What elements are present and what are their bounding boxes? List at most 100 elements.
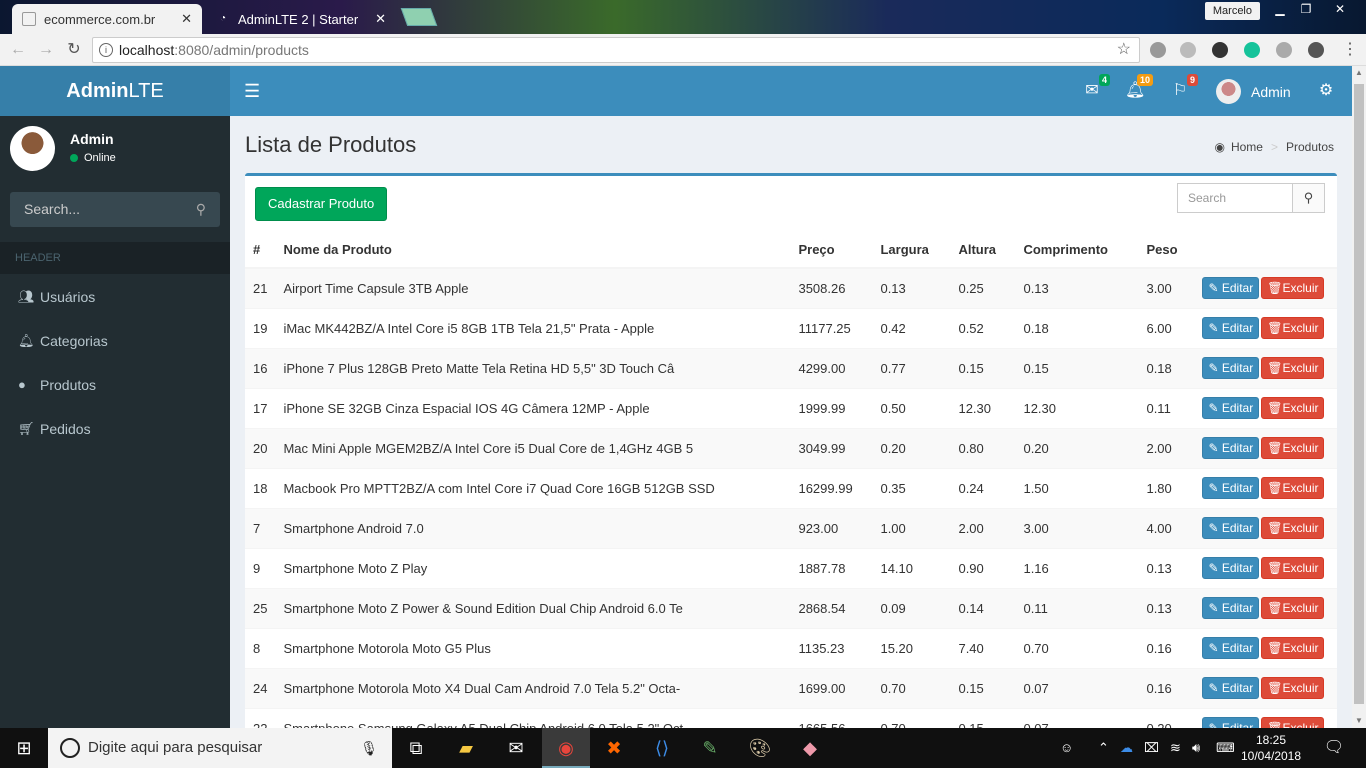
- user-menu[interactable]: Admin: [1216, 79, 1291, 104]
- url-path: :8080/admin/products: [174, 42, 309, 58]
- page-icon: [22, 12, 36, 26]
- reload-icon[interactable]: ↻: [64, 40, 84, 60]
- cell-length: 3.00: [1015, 507, 1139, 548]
- avatar: [10, 126, 55, 171]
- minimize-icon[interactable]: ▁: [1266, 0, 1294, 20]
- sidebar-item-produtos[interactable]: ● Produtos: [0, 363, 230, 407]
- vscode-icon[interactable]: ⟨⟩: [638, 728, 686, 768]
- edit-button[interactable]: ✎ Editar: [1202, 357, 1260, 379]
- edit-button[interactable]: ✎ Editar: [1202, 557, 1260, 579]
- action-center-icon[interactable]: 🗨︎: [1322, 728, 1346, 768]
- delete-button[interactable]: 🗑︎Excluir: [1261, 597, 1325, 619]
- close-icon[interactable]: ✕: [375, 11, 386, 27]
- sidebar-search-input[interactable]: Search... ⚲: [10, 192, 220, 227]
- file-explorer-icon[interactable]: ▰: [442, 728, 490, 768]
- edit-button[interactable]: ✎ Editar: [1202, 717, 1260, 728]
- wifi-icon[interactable]: ≋: [1170, 728, 1181, 768]
- gears-icon[interactable]: ⚙: [1316, 80, 1336, 100]
- delete-button[interactable]: 🗑︎Excluir: [1261, 677, 1325, 699]
- browser-toolbar: ← → ↻ i localhost:8080/admin/products ☆ …: [0, 34, 1366, 66]
- trash-icon: 🗑︎: [1267, 321, 1283, 335]
- forward-icon[interactable]: →: [36, 40, 56, 60]
- delete-button[interactable]: 🗑︎Excluir: [1261, 557, 1325, 579]
- edit-button[interactable]: ✎ Editar: [1202, 677, 1260, 699]
- cell-actions: ✎ Editar🗑︎Excluir: [1194, 427, 1337, 468]
- keyboard-icon[interactable]: ⌨: [1216, 728, 1235, 768]
- extension-icon[interactable]: [1212, 42, 1228, 58]
- envelope-icon[interactable]: ✉ 4: [1082, 74, 1110, 100]
- chrome-icon[interactable]: ◉: [542, 728, 590, 768]
- sidebar-item-usuarios[interactable]: 👥︎ Usuários: [0, 275, 230, 319]
- bell-icon[interactable]: 🔔︎ 10: [1125, 74, 1153, 100]
- edit-button[interactable]: ✎ Editar: [1202, 517, 1260, 539]
- delete-button[interactable]: 🗑︎Excluir: [1261, 637, 1325, 659]
- paint-icon[interactable]: 🎨︎: [736, 728, 784, 768]
- close-icon[interactable]: ✕: [181, 11, 192, 27]
- mail-icon[interactable]: ✉: [492, 728, 540, 768]
- sidebar-toggle-icon[interactable]: ☰: [244, 81, 260, 102]
- cell-length: 1.50: [1015, 467, 1139, 508]
- delete-button[interactable]: 🗑︎Excluir: [1261, 437, 1325, 459]
- edit-button[interactable]: ✎ Editar: [1202, 637, 1260, 659]
- cloud-icon[interactable]: ☁: [1120, 728, 1133, 768]
- browser-tab-adminlte[interactable]: ◔ AdminLTE 2 | Starter ✕: [206, 4, 396, 34]
- extension-icon[interactable]: [1150, 42, 1166, 58]
- restore-icon[interactable]: ❐: [1292, 0, 1320, 20]
- page-scrollbar[interactable]: ▲ ▼: [1352, 66, 1366, 728]
- grammarly-icon[interactable]: [1244, 42, 1260, 58]
- extension-icon[interactable]: [1180, 42, 1196, 58]
- chevron-up-icon[interactable]: ⌃: [1098, 728, 1109, 768]
- delete-button[interactable]: 🗑︎Excluir: [1261, 317, 1325, 339]
- cell-actions: ✎ Editar🗑︎Excluir: [1194, 387, 1337, 428]
- breadcrumb-home[interactable]: Home: [1231, 140, 1263, 154]
- edit-button[interactable]: ✎ Editar: [1202, 397, 1260, 419]
- extension-icon[interactable]: [1308, 42, 1324, 58]
- search-icon[interactable]: ⚲: [196, 192, 206, 227]
- sidebar-item-pedidos[interactable]: 🛒︎ Pedidos: [0, 407, 230, 451]
- delete-button[interactable]: 🗑︎Excluir: [1261, 717, 1325, 728]
- close-window-icon[interactable]: ✕: [1326, 0, 1354, 20]
- edit-button[interactable]: ✎ Editar: [1202, 477, 1260, 499]
- profile-name[interactable]: Marcelo: [1204, 2, 1260, 20]
- xampp-icon[interactable]: ✖: [590, 728, 638, 768]
- add-product-button[interactable]: Cadastrar Produto: [255, 187, 388, 221]
- search-icon[interactable]: ⚲: [1292, 184, 1324, 212]
- taskbar-search-input[interactable]: Digite aqui para pesquisar 🎙︎: [48, 728, 392, 768]
- table-row: 25 Smartphone Moto Z Power & Sound Editio…: [245, 587, 1337, 628]
- task-view-icon[interactable]: ⧉: [392, 728, 440, 768]
- info-icon[interactable]: i: [99, 43, 113, 57]
- flag-icon[interactable]: ⚐ 9: [1170, 74, 1198, 100]
- back-icon[interactable]: ←: [8, 40, 28, 60]
- new-tab-button[interactable]: [400, 8, 438, 26]
- edit-button[interactable]: ✎ Editar: [1202, 437, 1260, 459]
- people-icon[interactable]: ☺: [1060, 728, 1073, 768]
- scroll-up-icon[interactable]: ▲: [1352, 66, 1366, 80]
- cell-actions: ✎ Editar🗑︎Excluir: [1194, 667, 1337, 708]
- delete-button[interactable]: 🗑︎Excluir: [1261, 397, 1325, 419]
- delete-button[interactable]: 🗑︎Excluir: [1261, 477, 1325, 499]
- microphone-icon[interactable]: 🎙︎: [360, 728, 378, 768]
- notepad-icon[interactable]: ✎: [686, 728, 734, 768]
- system-clock[interactable]: 18:25 10/04/2018: [1236, 732, 1306, 764]
- table-search-input[interactable]: Search ⚲: [1177, 183, 1325, 213]
- delete-button[interactable]: 🗑︎Excluir: [1261, 357, 1325, 379]
- menu-icon[interactable]: ⋮: [1340, 40, 1360, 60]
- bookmark-star-icon[interactable]: ☆: [1117, 38, 1131, 62]
- extension-icon[interactable]: [1276, 42, 1292, 58]
- sidebar-item-categorias[interactable]: 🔔︎ Categorias: [0, 319, 230, 363]
- network-x-icon[interactable]: ⌧: [1144, 728, 1159, 768]
- volume-icon[interactable]: 🔊︎: [1192, 728, 1200, 768]
- windows-start-icon[interactable]: ⊞: [0, 728, 48, 768]
- edit-button[interactable]: ✎ Editar: [1202, 317, 1260, 339]
- scrollbar-thumb[interactable]: [1354, 84, 1364, 704]
- delete-button[interactable]: 🗑︎Excluir: [1261, 277, 1325, 300]
- scroll-down-icon[interactable]: ▼: [1352, 714, 1366, 728]
- logo[interactable]: AdminLTE: [0, 66, 230, 116]
- address-bar[interactable]: i localhost:8080/admin/products ☆: [92, 37, 1140, 63]
- edit-button[interactable]: ✎ Editar: [1202, 277, 1260, 300]
- edit-button[interactable]: ✎ Editar: [1202, 597, 1260, 619]
- app-icon[interactable]: ◆: [786, 728, 834, 768]
- browser-tab-ecommerce[interactable]: ecommerce.com.br ✕: [12, 4, 202, 34]
- table-row: 24 Smartphone Motorola Moto X4 Dual Cam A…: [245, 667, 1337, 708]
- delete-button[interactable]: 🗑︎Excluir: [1261, 517, 1325, 539]
